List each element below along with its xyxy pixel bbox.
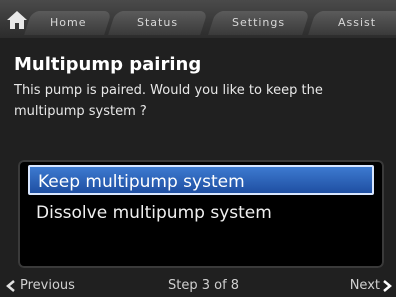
step-indicator: Step 3 of 8 <box>168 278 240 293</box>
tab-settings[interactable]: Settings <box>208 11 310 35</box>
chevron-left-icon <box>6 279 15 292</box>
previous-label: Previous <box>20 278 75 293</box>
tab-status[interactable]: Status <box>108 11 208 35</box>
tab-settings-label: Settings <box>232 16 286 29</box>
previous-button[interactable]: Previous <box>6 278 75 293</box>
next-button[interactable]: Next <box>350 278 392 293</box>
option-dissolve-multipump[interactable]: Dissolve multipump system <box>28 198 374 228</box>
next-label: Next <box>349 278 380 293</box>
chevron-right-icon <box>383 279 392 292</box>
screen: Home Status Settings Assist Multipump pa… <box>0 0 396 297</box>
tab-status-label: Status <box>137 16 179 29</box>
tab-bar: Home Status Settings Assist <box>0 0 396 38</box>
page-description: This pump is paired. Would you like to k… <box>14 83 323 119</box>
tab-assist-label: Assist <box>337 16 377 29</box>
tab-assist[interactable]: Assist <box>308 11 396 35</box>
tab-home[interactable]: Home <box>24 11 112 35</box>
house-icon[interactable] <box>6 10 28 30</box>
footer: Previous Step 3 of 8 Next <box>0 275 396 297</box>
option-keep-multipump[interactable]: Keep multipump system <box>28 165 374 195</box>
option-list: Keep multipump system Dissolve multipump… <box>18 160 384 268</box>
tab-home-label: Home <box>49 16 87 29</box>
page-title: Multipump pairing <box>14 54 202 75</box>
